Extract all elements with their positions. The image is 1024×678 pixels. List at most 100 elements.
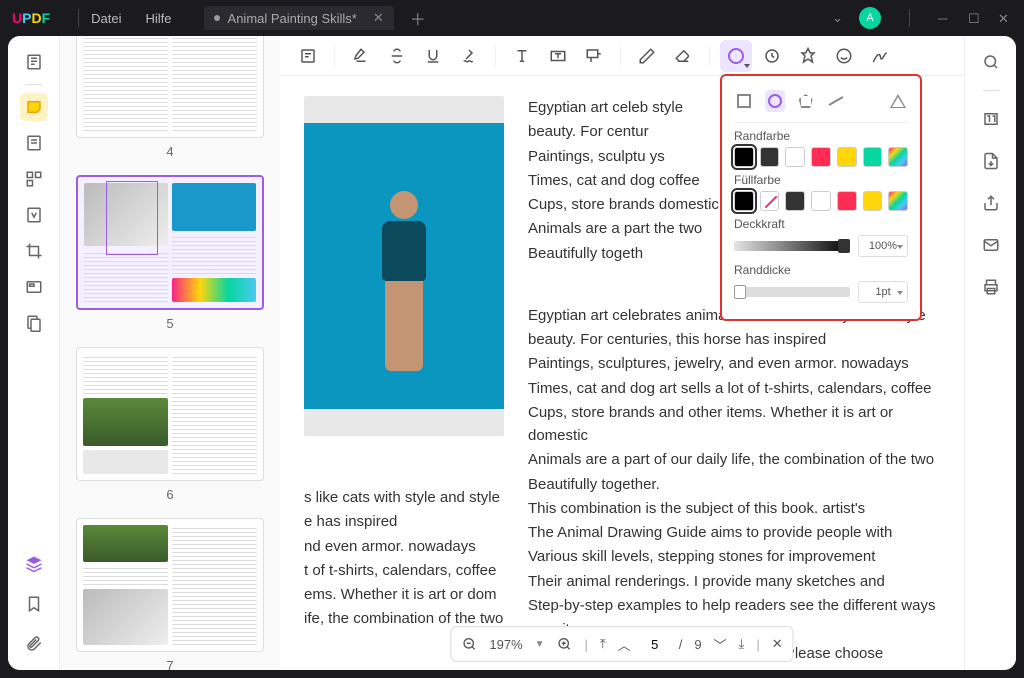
- menu-help[interactable]: Hilfe: [146, 11, 172, 26]
- color-swatch[interactable]: [811, 191, 831, 211]
- prev-page-icon[interactable]: ︿: [618, 635, 631, 654]
- bookmark-icon[interactable]: [20, 590, 48, 618]
- underline-tool[interactable]: [417, 40, 449, 72]
- layers-icon[interactable]: [20, 550, 48, 578]
- thumbnail-page-6[interactable]: [76, 347, 264, 481]
- next-page-icon[interactable]: ﹀: [714, 635, 727, 654]
- text-tool[interactable]: [506, 40, 538, 72]
- tool-reader[interactable]: [20, 48, 48, 76]
- opacity-value[interactable]: 100%: [858, 235, 908, 257]
- eraser-tool[interactable]: [667, 40, 699, 72]
- tool-ocr[interactable]: [20, 201, 48, 229]
- thumbnail-label: 7: [76, 658, 264, 670]
- squiggly-tool[interactable]: [453, 40, 485, 72]
- note-tool[interactable]: [292, 40, 324, 72]
- thumbnail-page-4[interactable]: [76, 36, 264, 138]
- close-icon[interactable]: ✕: [998, 11, 1012, 25]
- print-icon[interactable]: [977, 273, 1005, 301]
- left-toolbar: [8, 36, 60, 670]
- tool-comment[interactable]: [20, 93, 48, 121]
- ocr-icon[interactable]: [977, 105, 1005, 133]
- tool-forms[interactable]: [20, 273, 48, 301]
- fill-color-label: Füllfarbe: [734, 173, 908, 187]
- color-picker[interactable]: [888, 147, 908, 167]
- export-icon[interactable]: [977, 147, 1005, 175]
- color-swatch[interactable]: [863, 147, 883, 167]
- tool-protect[interactable]: [20, 309, 48, 337]
- zoom-in-icon[interactable]: [557, 636, 573, 652]
- first-page-icon[interactable]: ⤒: [600, 636, 606, 652]
- opacity-slider[interactable]: [734, 241, 850, 251]
- document-area: Egyptian art celeb stylebeauty. For cent…: [280, 36, 964, 670]
- tab-add-icon[interactable]: ＋: [410, 6, 426, 30]
- email-icon[interactable]: [977, 231, 1005, 259]
- page-total: 9: [694, 637, 701, 652]
- maximize-icon[interactable]: ☐: [968, 11, 982, 25]
- textbox-tool[interactable]: [542, 40, 574, 72]
- share-icon[interactable]: [977, 189, 1005, 217]
- signature-tool[interactable]: [864, 40, 896, 72]
- zoom-out-icon[interactable]: [461, 636, 477, 652]
- tool-organize[interactable]: [20, 165, 48, 193]
- color-swatch-none[interactable]: [760, 191, 780, 211]
- annotation-toolbar: [280, 36, 964, 76]
- shape-tool[interactable]: [720, 40, 752, 72]
- zoom-value[interactable]: 197%: [489, 637, 522, 652]
- color-swatch[interactable]: [760, 147, 780, 167]
- color-swatch[interactable]: [811, 147, 831, 167]
- callout-tool[interactable]: [578, 40, 610, 72]
- color-picker[interactable]: [888, 191, 908, 211]
- tab-close-icon[interactable]: ✕: [373, 10, 384, 26]
- chevron-down-icon[interactable]: ⌄: [832, 10, 843, 26]
- menu-file[interactable]: Datei: [91, 11, 121, 26]
- color-swatch[interactable]: [734, 191, 754, 211]
- last-page-icon[interactable]: ⤓: [739, 636, 745, 652]
- thumbnail-label: 4: [76, 144, 264, 159]
- tab-title: Animal Painting Skills*: [228, 11, 357, 26]
- thumbnail-page-5[interactable]: [76, 175, 264, 309]
- search-icon[interactable]: [977, 48, 1005, 76]
- shape-triangle[interactable]: [887, 90, 908, 112]
- tool-edit[interactable]: [20, 129, 48, 157]
- border-color-label: Randfarbe: [734, 129, 908, 143]
- minimize-icon[interactable]: ─: [938, 11, 952, 25]
- close-bar-icon[interactable]: ✕: [772, 636, 783, 652]
- tool-crop[interactable]: [20, 237, 48, 265]
- stamp-tool[interactable]: [756, 40, 788, 72]
- shape-circle[interactable]: [765, 90, 786, 112]
- document-text-fragment: s like cats with style and stylee has in…: [304, 486, 503, 632]
- shape-pentagon[interactable]: [795, 90, 816, 112]
- strikethrough-tool[interactable]: [381, 40, 413, 72]
- page-input[interactable]: [643, 637, 667, 652]
- color-swatch[interactable]: [734, 147, 754, 167]
- thickness-label: Randdicke: [734, 263, 908, 277]
- color-swatch[interactable]: [837, 147, 857, 167]
- border-color-row: [734, 147, 908, 167]
- shape-line[interactable]: [826, 90, 847, 112]
- color-swatch[interactable]: [785, 147, 805, 167]
- shape-arrow[interactable]: [857, 90, 878, 112]
- fill-color-row: [734, 191, 908, 211]
- shape-properties-panel: Randfarbe Füllfarbe Deckkraft: [720, 74, 922, 321]
- color-swatch[interactable]: [785, 191, 805, 211]
- user-avatar[interactable]: A: [859, 7, 881, 29]
- page-separator: /: [679, 637, 683, 652]
- color-swatch[interactable]: [837, 191, 857, 211]
- thumbnail-page-7[interactable]: [76, 518, 264, 652]
- pencil-tool[interactable]: [631, 40, 663, 72]
- thickness-slider[interactable]: [734, 287, 850, 297]
- sticker-tool[interactable]: [828, 40, 860, 72]
- opacity-label: Deckkraft: [734, 217, 908, 231]
- attachment-icon[interactable]: [20, 630, 48, 658]
- document-tab[interactable]: Animal Painting Skills* ✕: [204, 6, 394, 30]
- thickness-value[interactable]: 1pt: [858, 281, 908, 303]
- highlight-tool[interactable]: [345, 40, 377, 72]
- thumbnail-label: 5: [76, 316, 264, 331]
- document-image: [304, 96, 504, 436]
- thumbnail-panel: 4 5 6: [60, 36, 280, 670]
- page-navigation-bar: 197% ▼ | ⤒ ︿ / 9 ﹀ ⤓ | ✕: [450, 626, 793, 662]
- right-toolbar: [964, 36, 1016, 670]
- shape-rectangle[interactable]: [734, 90, 755, 112]
- color-swatch[interactable]: [863, 191, 883, 211]
- pin-tool[interactable]: [792, 40, 824, 72]
